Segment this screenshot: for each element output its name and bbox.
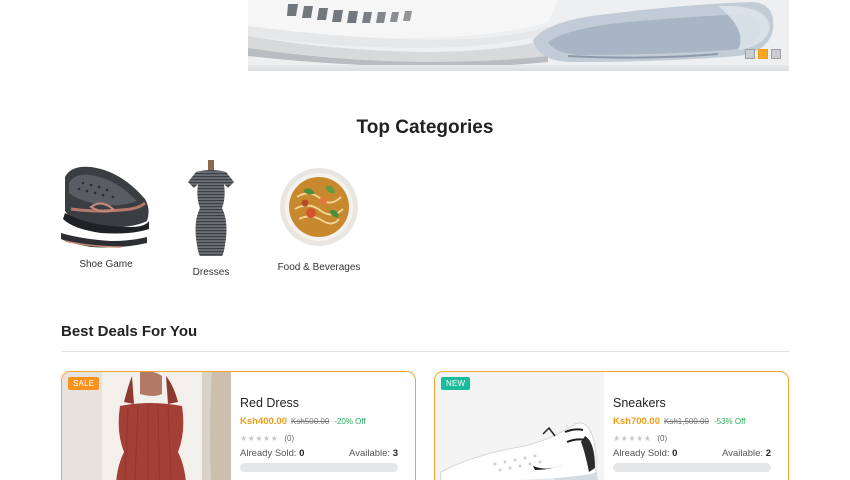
- product-name[interactable]: Red Dress: [240, 396, 398, 410]
- banner-bottom-edge: [248, 65, 789, 71]
- noodle-soup-image: [280, 168, 358, 246]
- rating-count: (0): [284, 434, 295, 443]
- category-food-beverages[interactable]: Food & Beverages: [275, 167, 363, 273]
- category-label-food-beverages: Food & Beverages: [277, 262, 361, 273]
- available-count: 2: [765, 448, 771, 459]
- sold-label: Already Sold:: [240, 448, 297, 459]
- already-sold: Already Sold: 0: [240, 448, 304, 459]
- slide-dot-1[interactable]: [745, 49, 755, 59]
- sold-progress-bar: [240, 463, 398, 472]
- discount-label: -20% Off: [334, 417, 366, 426]
- discount-label: -53% Off: [713, 417, 746, 426]
- sold-count: 0: [672, 448, 678, 459]
- stock-row: Already Sold: 0 Available: 3: [240, 448, 398, 459]
- rating-count: (0): [657, 434, 668, 443]
- product-info: Red Dress Ksh400.00 Ksh500.00 -20% Off ★★★…: [240, 396, 398, 472]
- already-sold: Already Sold: 0: [613, 448, 677, 459]
- rating-row: ★★★★★ (0): [240, 434, 398, 443]
- category-label-shoe-game: Shoe Game: [79, 259, 133, 270]
- slide-dot-2-active[interactable]: [758, 49, 768, 59]
- new-badge: NEW: [441, 377, 471, 390]
- product-card-sneakers[interactable]: NEW Sneakers Ksh700.00 Ksh1,500.00 -53% Of…: [434, 371, 789, 480]
- old-price: Ksh500.00: [291, 417, 330, 426]
- sale-badge: SALE: [68, 377, 100, 390]
- banner-slide-indicators: [745, 49, 781, 59]
- available: Available: 3: [349, 448, 398, 459]
- product-name[interactable]: Sneakers: [613, 396, 771, 410]
- slide-dot-3[interactable]: [771, 49, 781, 59]
- category-shoe-game[interactable]: Shoe Game: [61, 163, 151, 270]
- category-dresses[interactable]: Dresses: [186, 158, 236, 278]
- best-deals-title: Best Deals For You: [61, 323, 198, 340]
- product-card-red-dress[interactable]: SALE Red Dress Ksh400.00 Ksh500.00 -20% Of…: [61, 371, 416, 480]
- sold-count: 0: [299, 448, 305, 459]
- available-label: Available:: [722, 448, 764, 459]
- product-image: NEW: [435, 372, 604, 480]
- price-row: Ksh700.00 Ksh1,500.00 -53% Off: [613, 416, 771, 427]
- star-rating-icon: ★★★★★: [240, 434, 279, 443]
- available: Available: 2: [722, 448, 771, 459]
- rating-row: ★★★★★ (0): [613, 434, 771, 443]
- available-count: 3: [392, 448, 398, 459]
- striped-dress-image: [188, 160, 234, 256]
- current-price: Ksh700.00: [613, 416, 661, 427]
- available-label: Available:: [349, 448, 391, 459]
- stock-row: Already Sold: 0 Available: 2: [613, 448, 771, 459]
- category-label-dresses: Dresses: [192, 267, 230, 278]
- price-row: Ksh400.00 Ksh500.00 -20% Off: [240, 416, 398, 427]
- hero-banner[interactable]: [248, 0, 789, 71]
- top-categories-title: Top Categories: [356, 117, 494, 138]
- star-rating-icon: ★★★★★: [613, 434, 652, 443]
- current-price: Ksh400.00: [240, 416, 288, 427]
- old-price: Ksh1,500.00: [664, 417, 709, 426]
- section-divider: [61, 351, 789, 352]
- sneaker-banner-image: [248, 0, 774, 68]
- loafer-shoe-image: [61, 166, 149, 248]
- sold-label: Already Sold:: [613, 448, 670, 459]
- sold-progress-bar: [613, 463, 771, 472]
- product-info: Sneakers Ksh700.00 Ksh1,500.00 -53% Off ★★…: [613, 396, 771, 472]
- product-image: SALE: [62, 372, 231, 480]
